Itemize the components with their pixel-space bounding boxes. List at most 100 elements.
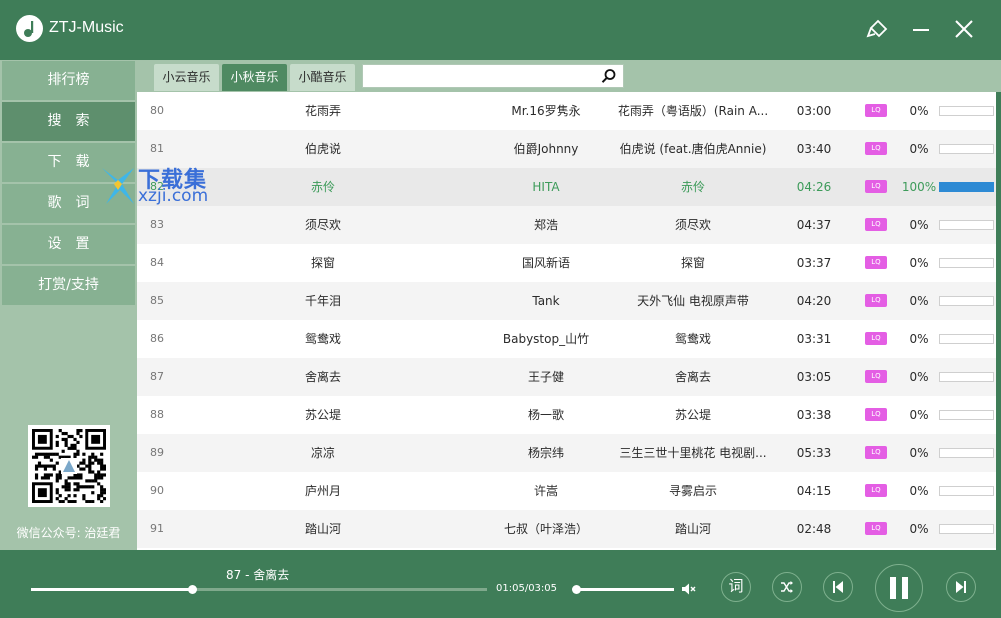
quality-badge[interactable]: LQ [865, 370, 887, 383]
song-album: 寻雾启示 [668, 484, 717, 498]
song-row[interactable]: 90 庐州月 许嵩 寻雾启示 04:15 LQ 0% [137, 472, 996, 510]
song-title: 舍离去 [304, 370, 341, 384]
playback-progress-track[interactable] [31, 585, 487, 594]
quality-badge[interactable]: LQ [865, 104, 887, 117]
sidebar-item-ranking[interactable]: 排行榜 [2, 61, 135, 100]
playback-progress-fill [31, 588, 193, 591]
volume-mute-icon[interactable] [680, 581, 696, 597]
song-artist: 国风新语 [521, 256, 570, 270]
pause-button[interactable] [875, 564, 923, 612]
song-row[interactable]: 89 凉凉 杨宗纬 三生三世十里桃花 电视剧... 05:33 LQ 0% [137, 434, 996, 472]
download-progress-bar [939, 296, 994, 306]
song-index: 80 [150, 104, 164, 117]
quality-badge[interactable]: LQ [865, 446, 887, 459]
song-duration: 03:37 [796, 256, 832, 270]
song-artist: Tank [532, 294, 560, 308]
tab-xiaoku[interactable]: 小酷音乐 [290, 64, 355, 91]
quality-badge[interactable]: LQ [865, 408, 887, 421]
download-progress-bar [939, 220, 994, 230]
song-duration: 05:33 [796, 446, 832, 460]
watermark-logo-icon [102, 168, 134, 204]
download-progress-bar [939, 182, 994, 192]
quality-badge[interactable]: LQ [865, 256, 887, 269]
lyrics-button[interactable]: 词 [721, 572, 751, 602]
song-list: 80 花雨弄 Mr.16罗隽永 花雨弄（粤语版）(Rain A... 03:00 LQ 0%… [137, 92, 996, 550]
song-index: 86 [150, 332, 164, 345]
song-index: 90 [150, 484, 164, 497]
song-title: 须尽欢 [304, 218, 341, 232]
song-title: 伯虎说 [304, 142, 341, 156]
sidebar-item-donate[interactable]: 打赏/支持 [2, 266, 135, 305]
song-artist: Babystop_山竹 [502, 332, 590, 346]
song-index: 83 [150, 218, 164, 231]
shuffle-button[interactable] [772, 572, 802, 602]
download-percent: 0% [909, 142, 929, 156]
close-button[interactable] [951, 16, 977, 42]
download-progress-bar [939, 258, 994, 268]
song-duration: 03:05 [796, 370, 832, 384]
song-artist: 杨宗纬 [527, 446, 564, 460]
song-row[interactable]: 87 舍离去 王子健 舍离去 03:05 LQ 0% [137, 358, 996, 396]
song-row[interactable]: 88 苏公堤 杨一歌 苏公堤 03:38 LQ 0% [137, 396, 996, 434]
song-duration: 04:26 [796, 180, 832, 194]
music-note-icon [24, 21, 34, 37]
download-percent: 0% [909, 256, 929, 270]
download-percent: 0% [909, 218, 929, 232]
search-input[interactable] [367, 67, 597, 85]
song-title: 庐州月 [304, 484, 341, 498]
song-row[interactable]: 84 探窗 国风新语 探窗 03:37 LQ 0% [137, 244, 996, 282]
search-icon[interactable] [601, 68, 617, 84]
download-percent: 0% [909, 522, 929, 536]
previous-button[interactable] [823, 572, 853, 602]
song-index: 91 [150, 522, 164, 535]
tab-xiaoqiu[interactable]: 小秋音乐 [222, 64, 287, 91]
quality-badge[interactable]: LQ [865, 294, 887, 307]
song-album: 天外飞仙 电视原声带 [637, 294, 749, 308]
song-row[interactable]: 85 千年泪 Tank 天外飞仙 电视原声带 04:20 LQ 0% [137, 282, 996, 320]
song-row[interactable]: 86 鸳鸯戏 Babystop_山竹 鸳鸯戏 03:31 LQ 0% [137, 320, 996, 358]
minimize-button[interactable] [908, 16, 934, 42]
quality-badge[interactable]: LQ [865, 180, 887, 193]
next-icon [956, 581, 966, 593]
song-row[interactable]: 81 伯虎说 伯爵Johnny 伯虎说 (feat.唐伯虎Annie) 03:40 LQ 0… [137, 130, 996, 168]
sidebar-item-settings[interactable]: 设 置 [2, 225, 135, 264]
watermark-subtitle: xzji.com [138, 186, 209, 206]
song-artist: 七叔（叶泽浩） [503, 522, 588, 536]
download-percent: 0% [909, 104, 929, 118]
volume-track[interactable] [572, 585, 674, 594]
song-row[interactable]: 83 须尽欢 郑浩 须尽欢 04:37 LQ 0% [137, 206, 996, 244]
previous-icon [833, 581, 843, 593]
song-artist: 伯爵Johnny [513, 142, 579, 156]
song-title: 花雨弄 [304, 104, 341, 118]
quality-badge[interactable]: LQ [865, 332, 887, 345]
quality-badge[interactable]: LQ [865, 522, 887, 535]
quality-badge[interactable]: LQ [865, 142, 887, 155]
song-artist: Mr.16罗隽永 [511, 104, 581, 118]
app-title: ZTJ-Music [49, 19, 124, 36]
download-progress-bar [939, 410, 994, 420]
tab-xiaoyun[interactable]: 小云音乐 [154, 64, 219, 91]
quality-badge[interactable]: LQ [865, 484, 887, 497]
quality-badge[interactable]: LQ [865, 218, 887, 231]
volume-knob[interactable] [572, 585, 581, 594]
song-album: 伯虎说 (feat.唐伯虎Annie) [619, 142, 767, 156]
song-index: 87 [150, 370, 164, 383]
song-row[interactable]: 91 踏山河 七叔（叶泽浩） 踏山河 02:48 LQ 0% [137, 510, 996, 548]
song-index: 88 [150, 408, 164, 421]
song-row[interactable]: 82 赤伶 HITA 赤伶 04:26 LQ 100% [137, 168, 996, 206]
playback-progress-knob[interactable] [188, 585, 198, 594]
song-album: 踏山河 [674, 522, 711, 536]
song-title: 凉凉 [310, 446, 335, 460]
song-row[interactable]: 80 花雨弄 Mr.16罗隽永 花雨弄（粤语版）(Rain A... 03:00 LQ 0% [137, 92, 996, 130]
skin-button[interactable] [865, 16, 891, 42]
wechat-label: 微信公众号: 治廷君 [16, 526, 121, 540]
download-progress-bar [939, 372, 994, 382]
next-button[interactable] [946, 572, 976, 602]
watermark: 下载集 xzji.com [100, 160, 250, 210]
sidebar-item-search[interactable]: 搜 索 [2, 102, 135, 141]
song-title: 探窗 [310, 256, 335, 270]
close-icon [955, 20, 973, 38]
song-album: 苏公堤 [674, 408, 711, 422]
time-readout: 01:05/03:05 [496, 583, 558, 594]
song-title: 苏公堤 [304, 408, 341, 422]
